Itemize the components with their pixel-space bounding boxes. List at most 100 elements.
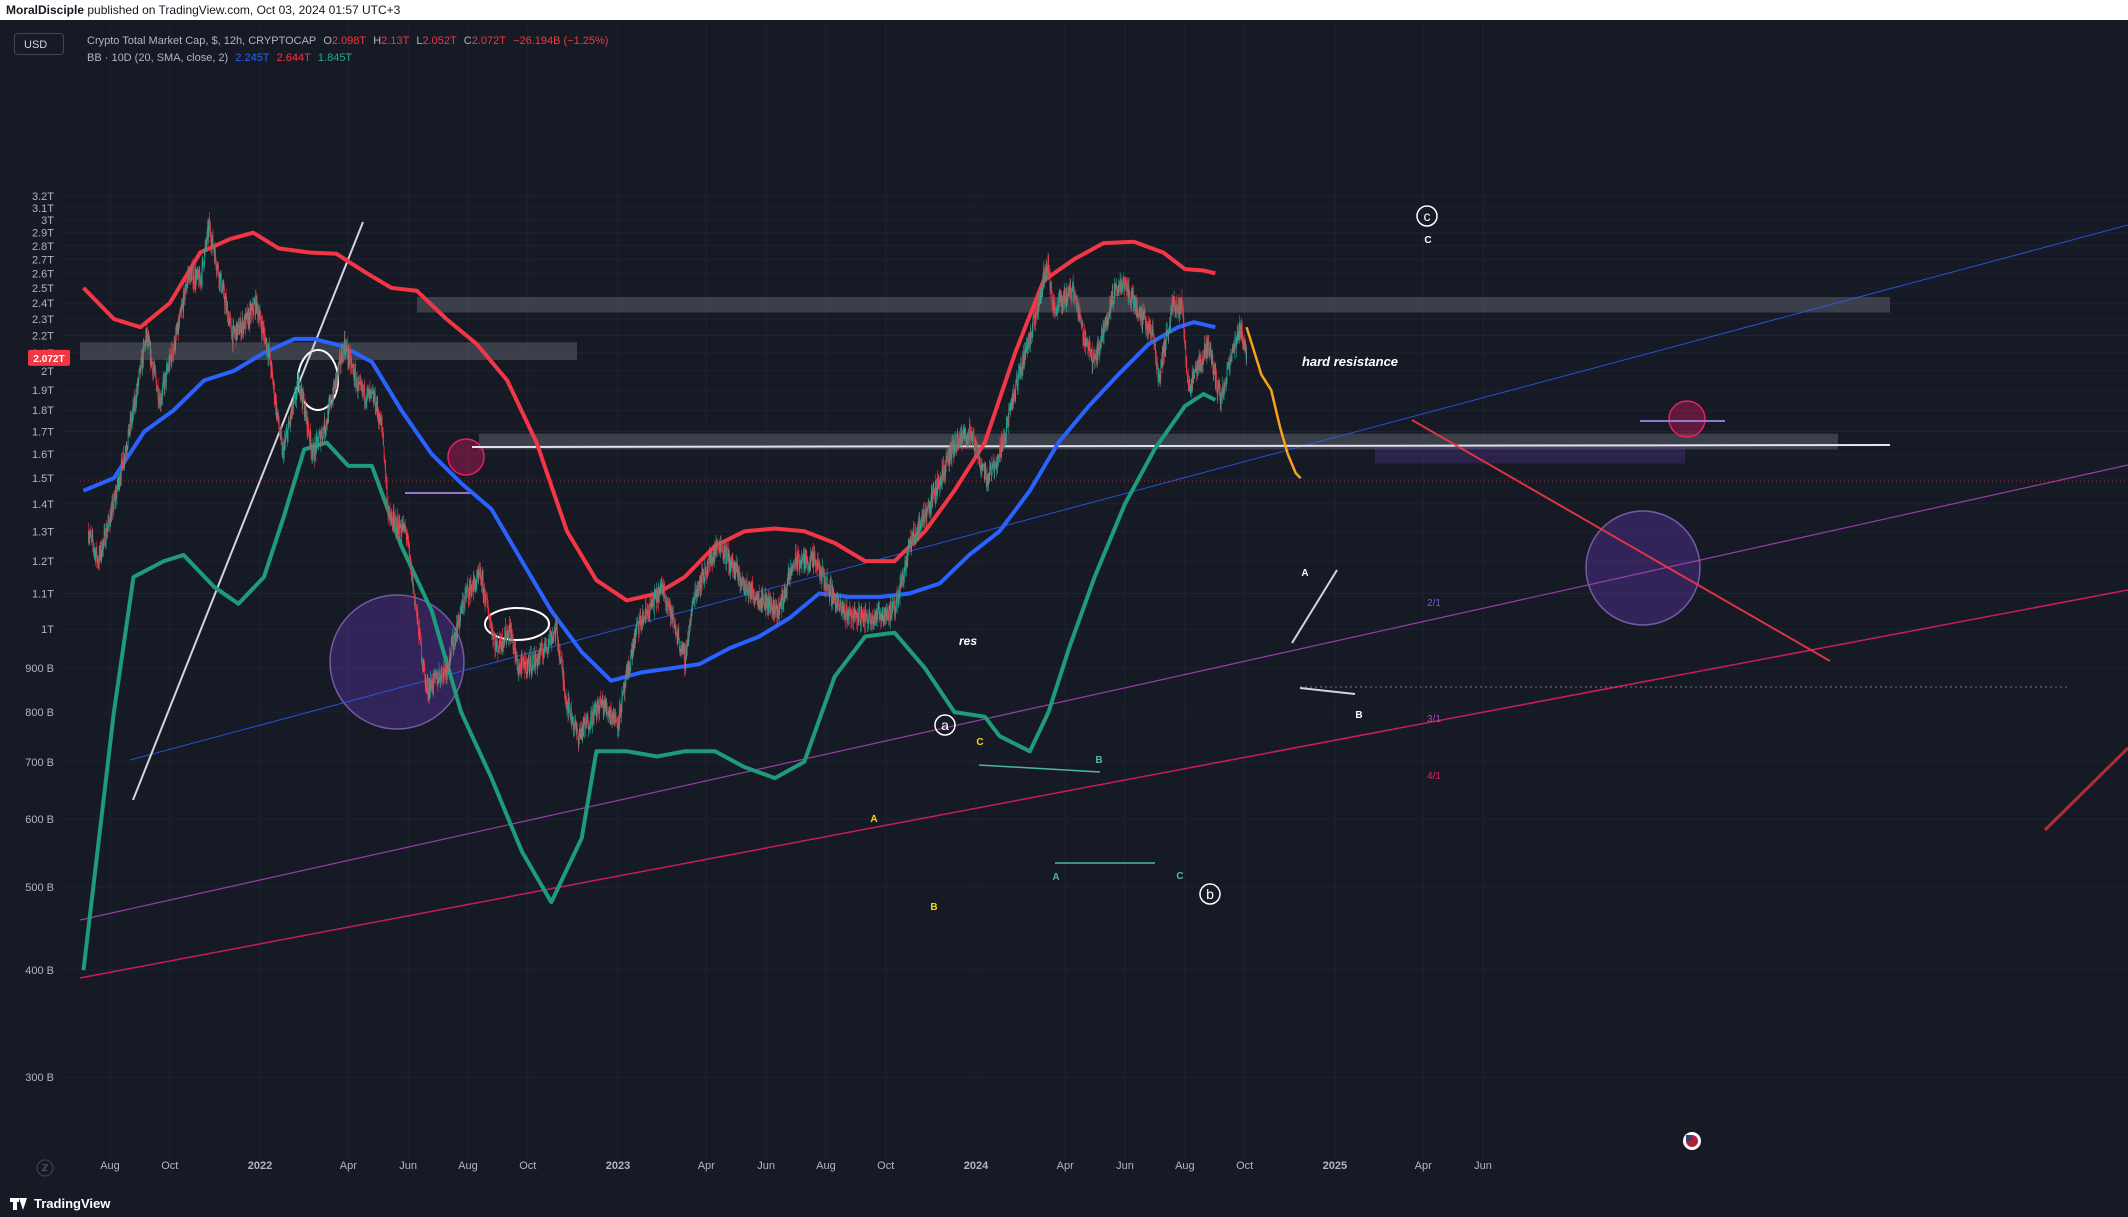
candle-body — [1086, 339, 1088, 346]
candle-body — [569, 703, 570, 710]
candle-body — [313, 445, 315, 459]
candle-body — [782, 591, 784, 599]
candle-body — [523, 657, 525, 660]
candle-body — [1014, 396, 1016, 402]
candle-body — [1174, 296, 1175, 311]
candle-body — [684, 665, 686, 668]
candle-body — [542, 650, 543, 655]
candle-body — [720, 541, 722, 549]
candle-body — [317, 436, 318, 441]
wave-label-c: c — [1424, 208, 1431, 224]
x-tick-label: Aug — [1175, 1160, 1195, 1172]
candle-body — [359, 383, 360, 384]
y-tick-label: 2.7T — [32, 254, 54, 266]
candle-body — [1092, 362, 1093, 365]
candle-body — [268, 350, 269, 358]
candle-body — [467, 585, 469, 590]
candle-body — [471, 588, 472, 597]
wave-A-line[interactable] — [1291, 569, 1338, 644]
pink-circle-right — [1668, 400, 1706, 438]
red-line-right[interactable] — [2043, 746, 2128, 832]
zoom-reset-glyph: ℤ — [42, 1163, 49, 1173]
candle-body — [517, 658, 518, 672]
y-tick-label: 2.9T — [32, 228, 54, 240]
candle-body — [643, 616, 645, 618]
bb-label[interactable]: BB · 10D (20, SMA, close, 2) — [87, 52, 228, 64]
candle-body — [578, 736, 580, 745]
open-value: 2.098T — [331, 35, 367, 47]
candle-body — [1005, 434, 1007, 439]
tradingview-logo[interactable]: TradingView — [10, 1196, 110, 1211]
candle-body — [977, 443, 978, 455]
candle-body — [1041, 294, 1042, 297]
currency-button[interactable]: USD — [14, 33, 64, 55]
high-value: 2.13T — [381, 35, 410, 47]
candle-body — [293, 398, 295, 400]
candle-body — [440, 673, 442, 681]
hard-resistance-zone — [416, 296, 1890, 313]
y-tick-label: 1.9T — [32, 385, 54, 397]
candle-body — [777, 608, 778, 618]
candle-body — [945, 465, 946, 476]
candle-body — [253, 303, 255, 305]
candle-body — [293, 399, 294, 408]
candle-body — [1018, 369, 1019, 375]
candle-body — [1048, 256, 1049, 272]
y-tick-label: 400 B — [25, 965, 54, 977]
candle-body — [1107, 325, 1108, 326]
candle-body — [1077, 303, 1078, 312]
chart-area[interactable]: hard resistanceresabcABCABCABCABC2/13/14… — [0, 20, 2128, 1190]
y-tick-label: 1.6T — [32, 449, 54, 461]
candle-body — [726, 546, 727, 565]
candle-body — [1133, 290, 1134, 303]
candle-body — [1032, 330, 1033, 335]
candle-body — [413, 590, 415, 594]
candle-body — [735, 570, 736, 573]
x-tick-label: Jun — [757, 1160, 775, 1172]
candle-body — [954, 446, 955, 456]
candle-body — [938, 482, 940, 486]
candle-body — [252, 304, 253, 313]
candle-body — [1213, 373, 1215, 375]
symbol-name[interactable]: Crypto Total Market Cap, $, 12h, CRYPTOC… — [87, 35, 316, 47]
publisher-name[interactable]: MoralDisciple — [6, 3, 84, 17]
wave-B-line[interactable] — [1299, 687, 1356, 695]
candle-body — [1041, 289, 1043, 295]
candle-body — [450, 656, 452, 657]
candle-body — [328, 403, 330, 405]
candle-body — [745, 591, 747, 594]
candle-body — [824, 575, 826, 588]
candle-body — [645, 607, 647, 610]
price-chart[interactable]: hard resistanceresabcABCABCABCABC2/13/14… — [0, 20, 2128, 1190]
candle-body — [294, 395, 295, 399]
candle-body — [989, 467, 991, 469]
bb-basis-band[interactable] — [82, 320, 1216, 683]
candle-body — [1057, 304, 1059, 314]
candle-body — [1245, 341, 1246, 349]
candle-body — [95, 553, 97, 561]
candle-body — [558, 641, 559, 652]
bb-lower-band[interactable] — [81, 392, 1217, 971]
candle-body — [318, 443, 319, 448]
candle-body — [258, 317, 260, 322]
current-price-label: 2.072T — [33, 354, 64, 365]
candle-body — [556, 623, 558, 631]
candle-body — [278, 425, 280, 430]
candle-body — [955, 438, 956, 451]
candle-body — [1184, 337, 1186, 347]
candle-body — [701, 572, 703, 577]
candle-body — [425, 679, 427, 687]
candle-body — [279, 429, 280, 435]
close-label: C — [463, 35, 472, 47]
candle-body — [172, 350, 174, 357]
candle-body — [817, 558, 819, 564]
candle-body — [321, 431, 323, 438]
candle-body — [498, 648, 499, 654]
candle-body — [107, 527, 108, 532]
candle-body — [721, 548, 722, 550]
candle-body — [1035, 309, 1037, 311]
candle-body — [278, 414, 279, 426]
candle-body — [1062, 299, 1064, 309]
teal-hline-top[interactable] — [978, 764, 1101, 773]
projection-path[interactable] — [1245, 326, 1302, 479]
